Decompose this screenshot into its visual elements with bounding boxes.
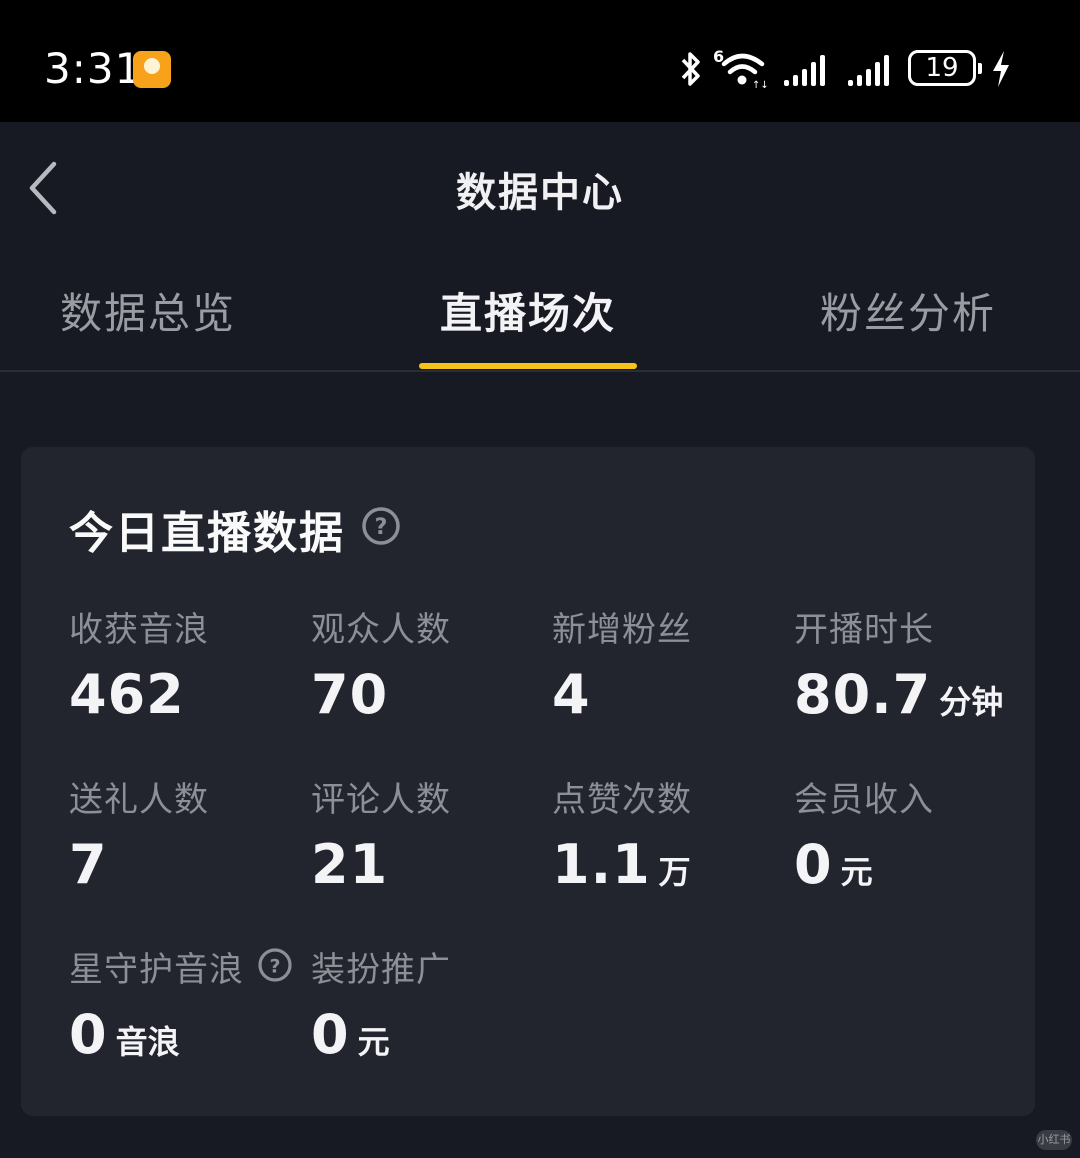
metric-label: 星守护音浪: [69, 950, 244, 990]
metric-label: 会员收入: [794, 780, 934, 820]
metric-label: 收获音浪: [69, 610, 209, 650]
lightning-icon: [993, 51, 1009, 87]
nav-bar: 数据中心: [0, 122, 1080, 252]
today-live-data-card: 今日直播数据 ? 收获音浪 462 观众人数 70 新增粉丝 4 开播时长 80…: [21, 447, 1035, 1116]
metric-value: 462: [69, 663, 185, 726]
metric-outfit-promotion: 装扮推广 0元: [311, 942, 451, 1066]
metric-value: 70: [311, 663, 389, 726]
svg-text:?: ?: [269, 956, 280, 978]
svg-text:↑↓: ↑↓: [752, 80, 768, 90]
metric-label: 开播时长: [794, 610, 934, 650]
metric-value: 80.7: [794, 663, 932, 726]
tab-bar: 数据总览 直播场次 粉丝分析: [0, 252, 1080, 372]
metric-commenters: 评论人数 21: [311, 772, 451, 896]
metric-label: 装扮推广: [311, 950, 451, 990]
metric-label: 送礼人数: [69, 780, 209, 820]
card-title: 今日直播数据: [69, 508, 345, 559]
metric-value: 21: [311, 833, 389, 896]
status-time: 3:31: [44, 44, 143, 93]
orange-app-icon: [133, 51, 171, 88]
active-tab-indicator: [419, 363, 637, 369]
metric-unit: 元: [840, 853, 873, 891]
metric-new-fans: 新增粉丝 4: [552, 602, 692, 726]
tab-live-sessions[interactable]: 直播场次: [440, 280, 616, 341]
metric-unit: 元: [357, 1023, 390, 1061]
metric-sound-waves: 收获音浪 462: [69, 602, 209, 726]
metric-unit: 音浪: [115, 1023, 180, 1061]
metric-label: 评论人数: [311, 780, 451, 820]
metric-likes: 点赞次数 1.1 万: [552, 772, 692, 896]
metric-value: 0: [69, 1003, 108, 1066]
page-title: 数据中心: [456, 170, 624, 216]
bluetooth-icon: [681, 52, 700, 86]
metric-member-income: 会员收入 0元: [794, 772, 934, 896]
status-bar: 3:31 6 ↑↓ 19: [0, 0, 1080, 122]
metric-unit: 分钟: [939, 683, 1004, 721]
metric-star-guard-waves: 星守护音浪 0 音浪: [69, 942, 244, 1066]
metric-label: 点赞次数: [552, 780, 692, 820]
metric-value: 1.1: [552, 833, 651, 896]
battery-level: 19: [925, 53, 959, 83]
metric-viewers: 观众人数 70: [311, 602, 451, 726]
metric-gift-senders: 送礼人数 7: [69, 772, 209, 896]
metric-value: 0: [311, 1003, 350, 1066]
metric-label: 新增粉丝: [552, 610, 692, 650]
metric-value: 7: [69, 833, 108, 896]
question-circle-icon[interactable]: ?: [257, 947, 293, 983]
tab-data-overview[interactable]: 数据总览: [60, 280, 236, 341]
tab-fan-analysis[interactable]: 粉丝分析: [820, 280, 996, 341]
metric-value: 0: [794, 833, 833, 896]
signal-icon: [848, 55, 889, 86]
battery-indicator: 19: [908, 50, 982, 86]
metric-unit: 万: [658, 853, 691, 891]
metric-label: 观众人数: [311, 610, 451, 650]
question-circle-icon[interactable]: ?: [361, 506, 401, 546]
metric-value: 4: [552, 663, 591, 726]
svg-text:?: ?: [375, 515, 388, 540]
wifi-6-icon: 6 ↑↓: [713, 47, 768, 90]
watermark: 小红书: [1036, 1130, 1072, 1150]
metric-live-duration: 开播时长 80.7 分钟: [794, 602, 1003, 726]
signal-icon: [784, 55, 825, 86]
